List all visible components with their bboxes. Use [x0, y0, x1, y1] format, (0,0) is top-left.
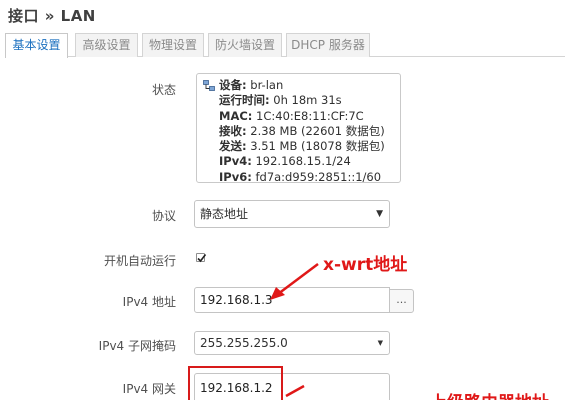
- status-device: 设备: br-lan: [219, 78, 284, 92]
- upstream-router-annotation: 上级路由器地址: [430, 388, 549, 400]
- ipv4-address-more-button[interactable]: ...: [389, 289, 414, 313]
- tab-physical-settings[interactable]: 物理设置: [142, 33, 204, 57]
- autostart-checkbox[interactable]: [196, 253, 207, 263]
- arrow-icon: [270, 263, 319, 300]
- protocol-label: 协议: [151, 209, 176, 223]
- arrow-icon: [285, 384, 305, 398]
- tab-basic-settings[interactable]: 基本设置: [5, 33, 68, 58]
- autostart-label: 开机自动运行: [103, 254, 176, 268]
- chevron-down-icon: ▼: [376, 209, 383, 219]
- ipv4-netmask-label: IPv4 子网掩码: [98, 339, 176, 353]
- status-rx: 接收: 2.38 MB (22601 数据包): [219, 123, 385, 138]
- status-ipv6: IPv6: fd7a:d959:2851::1/60: [219, 169, 382, 184]
- protocol-select[interactable]: 静态地址 ▼: [194, 200, 390, 228]
- status-tx: 发送: 3.51 MB (18078 数据包): [219, 139, 385, 154]
- tab-firewall-settings[interactable]: 防火墙设置: [208, 33, 282, 57]
- tab-advanced-settings[interactable]: 高级设置: [75, 33, 138, 57]
- status-label: 状态: [151, 83, 176, 97]
- xwrt-address-annotation: x-wrt地址: [323, 255, 408, 275]
- tab-bar: 基本设置 高级设置 物理设置 防火墙设置 DHCP 服务器: [5, 33, 565, 58]
- ipv4-address-label: IPv4 地址: [122, 295, 176, 309]
- status-mac: MAC: 1C:40:E8:11:CF:7C: [219, 108, 364, 123]
- ipv4-address-value: 192.168.1.3: [200, 293, 273, 307]
- status-details: 设备: br-lan 运行时间: 0h 18m 31s MAC: 1C:40:E…: [219, 78, 385, 185]
- network-interface-icon: [203, 80, 215, 91]
- ipv4-gateway-label: IPv4 网关: [122, 382, 176, 396]
- page-title: 接口 » LAN: [8, 7, 96, 25]
- chevron-down-icon: ▼: [377, 339, 383, 347]
- highlight-box: [188, 366, 283, 400]
- ipv4-netmask-select[interactable]: 255.255.255.0 ▼: [194, 331, 390, 355]
- status-uptime: 运行时间: 0h 18m 31s: [219, 93, 342, 108]
- tab-dhcp-server[interactable]: DHCP 服务器: [286, 33, 370, 57]
- ipv4-netmask-value: 255.255.255.0: [200, 336, 288, 350]
- status-panel: 设备: br-lan 运行时间: 0h 18m 31s MAC: 1C:40:E…: [196, 73, 401, 185]
- checkmark-icon: [197, 254, 207, 263]
- protocol-value: 静态地址: [200, 207, 249, 221]
- status-ipv4: IPv4: 192.168.15.1/24: [219, 154, 351, 169]
